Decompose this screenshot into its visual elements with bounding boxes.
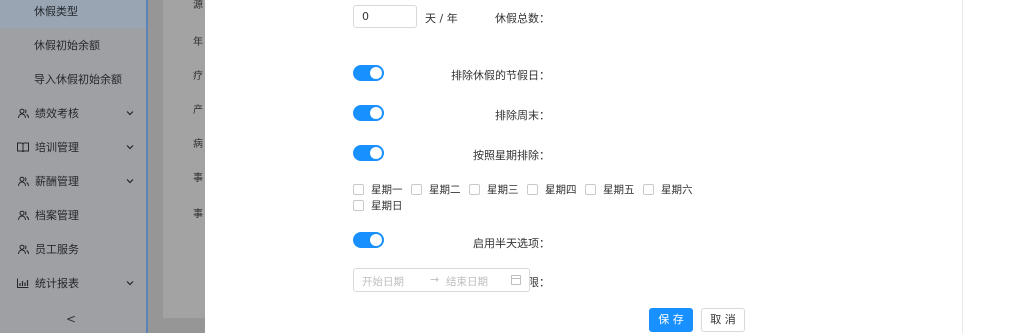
sidebar-item-salary[interactable]: 薪酬管理: [0, 164, 146, 198]
background-list-row: 病: [193, 139, 203, 150]
weekday-checkbox-thu[interactable]: 星期四: [527, 182, 577, 197]
end-date-input[interactable]: 结束日期: [446, 274, 488, 289]
background-list-row: 事: [193, 209, 203, 220]
weekday-checkbox-sun[interactable]: 星期日: [353, 198, 403, 213]
weekday-checkbox-fri[interactable]: 星期五: [585, 182, 635, 197]
sidebar-item-label: 绩效考核: [35, 107, 79, 120]
sidebar-item-training[interactable]: 培训管理: [0, 130, 146, 164]
sidebar-collapse-button[interactable]: <: [66, 312, 76, 326]
cancel-button[interactable]: 取 消: [701, 308, 745, 332]
chevron-down-icon: [126, 143, 134, 152]
background-list-row: 年: [193, 37, 203, 48]
start-date-input[interactable]: 开始日期: [362, 274, 404, 289]
checkbox-label: 星期六: [661, 184, 693, 196]
people-icon: [17, 175, 29, 187]
drawer-divider: [962, 0, 963, 333]
checkbox-label: 星期三: [487, 184, 519, 196]
sidebar-item-archives[interactable]: 档案管理: [0, 198, 146, 232]
background-list-row: 事: [193, 173, 203, 184]
checkbox-box: [469, 184, 480, 195]
sidebar-item-performance[interactable]: 绩效考核: [0, 96, 146, 130]
chevron-down-icon: [126, 177, 134, 186]
checkbox-label: 星期五: [603, 184, 635, 196]
sidebar-item-employee-service[interactable]: 员工服务: [0, 232, 146, 266]
chevron-down-icon: [126, 109, 134, 118]
save-button[interactable]: 保 存: [649, 308, 693, 332]
weekday-checkbox-sat[interactable]: 星期六: [643, 182, 693, 197]
people-icon: [17, 243, 29, 255]
sidebar-item-label: 导入休假初始余额: [34, 73, 122, 86]
exclude-weekday-switch[interactable]: [353, 145, 384, 161]
people-icon: [17, 209, 29, 221]
checkbox-label: 星期四: [545, 184, 577, 196]
weekday-checkbox-tue[interactable]: 星期二: [411, 182, 461, 197]
book-icon: [17, 141, 29, 153]
switch-knob: [370, 234, 382, 246]
sidebar-item-reports[interactable]: 统计报表: [0, 266, 146, 300]
chevron-down-icon: [126, 279, 134, 288]
sidebar-item-label: 培训管理: [35, 141, 79, 154]
sidebar-item-label: 休假类型: [34, 5, 78, 18]
range-arrow-icon: →: [430, 273, 440, 286]
checkbox-box: [411, 184, 422, 195]
exclude-weekends-switch[interactable]: [353, 105, 384, 121]
chevron-left-icon: <: [66, 312, 77, 326]
date-range-picker[interactable]: 开始日期 → 结束日期: [353, 268, 530, 292]
sidebar: 休假类型 休假初始余额 导入休假初始余额 绩效考核 培训管理 薪酬管理 档案管理…: [0, 0, 148, 333]
sidebar-item-label: 档案管理: [35, 209, 79, 222]
sidebar-item-import-leave-balance[interactable]: 导入休假初始余额: [0, 62, 146, 96]
background-list-row: 源: [193, 0, 203, 11]
weekday-checkbox-wed[interactable]: 星期三: [469, 182, 519, 197]
sidebar-item-label: 员工服务: [35, 243, 79, 256]
checkbox-box: [527, 184, 538, 195]
checkbox-box: [353, 184, 364, 195]
total-leave-input[interactable]: 0: [353, 5, 417, 28]
chart-icon: [17, 277, 29, 289]
checkbox-label: 星期二: [429, 184, 461, 196]
weekday-checkbox-mon[interactable]: 星期一: [353, 182, 403, 197]
switch-knob: [370, 67, 382, 79]
sidebar-item-label: 薪酬管理: [35, 175, 79, 188]
calendar-icon: [511, 275, 521, 285]
background-list-row: 产: [193, 105, 203, 116]
sidebar-item-label: 休假初始余额: [34, 39, 100, 52]
checkbox-label: 星期日: [371, 200, 403, 212]
checkbox-box: [643, 184, 654, 195]
switch-knob: [370, 147, 382, 159]
leave-type-drawer: 休假总数： 0 天 / 年 排除休假的节假日： 排除周末： 按照星期排除： : …: [205, 0, 1024, 333]
sidebar-item-label: 统计报表: [35, 277, 79, 290]
total-leave-unit: 天 / 年: [425, 12, 458, 25]
background-list-row: 疗: [193, 71, 203, 82]
sidebar-item-leave-initial-balance[interactable]: 休假初始余额: [0, 28, 146, 62]
exclude-holidays-switch[interactable]: [353, 65, 384, 81]
checkbox-box: [353, 200, 364, 211]
switch-knob: [370, 107, 382, 119]
people-icon: [17, 107, 29, 119]
checkbox-box: [585, 184, 596, 195]
checkbox-label: 星期一: [371, 184, 403, 196]
sidebar-item-leave-type[interactable]: 休假类型: [0, 0, 146, 28]
half-day-switch[interactable]: [353, 232, 384, 248]
